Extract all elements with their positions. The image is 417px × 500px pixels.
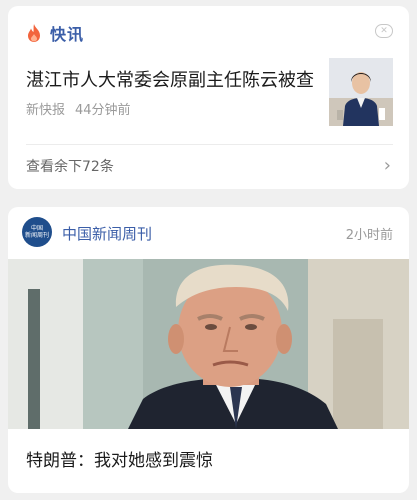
news-time: 44分钟前 [75,103,131,118]
news-thumbnail[interactable] [329,58,393,126]
article-image[interactable] [8,259,409,429]
view-more-link[interactable]: 查看余下72条 [26,156,114,176]
source-logo: 中国 新闻周刊 [22,217,52,247]
divider [26,144,393,145]
article-time: 2小时前 [345,228,393,243]
article-title[interactable]: 特朗普：我对她感到震惊 [26,446,213,471]
close-icon[interactable]: ✕ [375,24,393,38]
news-flash-card[interactable]: 快讯 ✕ 湛江市人大常委会原副主任陈云被查 新快报 44分钟前 查看余下72条 › [8,6,409,189]
flame-icon [26,23,42,43]
news-flash-title: 快讯 [50,25,85,44]
news-flash-header: 快讯 [26,20,84,46]
news-headline-link[interactable]: 湛江市人大常委会原副主任陈云被查 [26,66,321,92]
news-meta: 新快报 44分钟前 [26,99,131,118]
article-card[interactable]: 中国 新闻周刊 中国新闻周刊 2小时前 特朗普：我对她感到震惊 [8,207,409,493]
source-name[interactable]: 中国新闻周刊 [62,223,152,244]
news-source: 新快报 [26,103,66,118]
logo-line-2: 新闻周刊 [24,232,49,239]
logo-line-1: 中国 [30,225,43,232]
chevron-right-icon[interactable]: › [384,155,391,176]
